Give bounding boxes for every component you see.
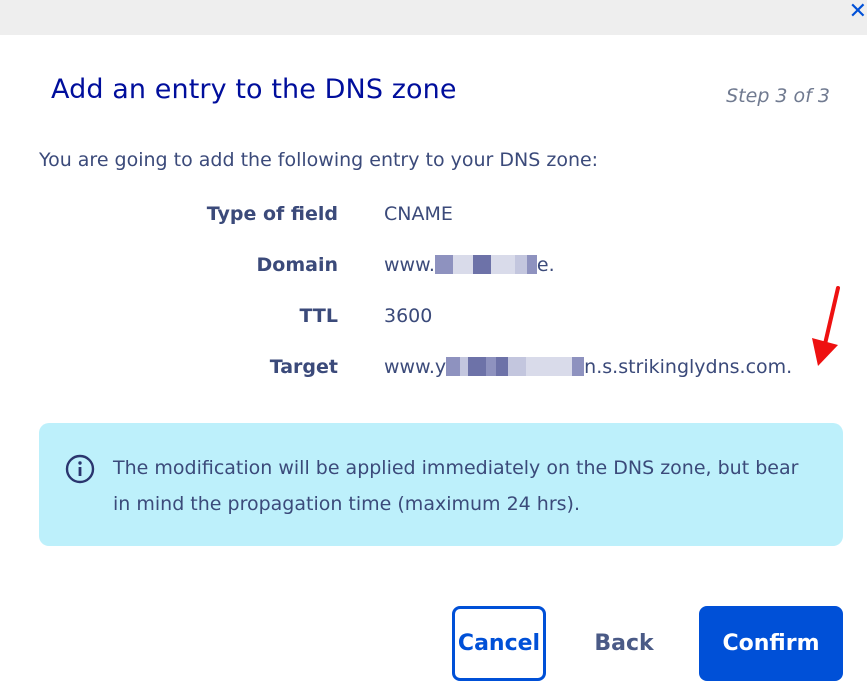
redaction-block (572, 357, 585, 376)
info-icon (65, 454, 95, 484)
redaction-block (490, 255, 515, 274)
step-indicator: Step 3 of 3 (726, 85, 830, 107)
redaction-block (496, 357, 509, 376)
redaction-block (508, 357, 527, 376)
red-arrow-icon (812, 286, 840, 366)
redaction-block (452, 255, 473, 274)
redaction-block (472, 255, 491, 274)
redaction-block (526, 255, 537, 274)
confirm-button[interactable]: Confirm (699, 606, 843, 681)
redaction-block (434, 255, 453, 274)
intro-text: You are going to add the following entry… (39, 149, 599, 171)
domain-suffix: e. (536, 254, 555, 276)
redaction-block (486, 357, 497, 376)
info-banner: The modification will be applied immedia… (39, 423, 843, 546)
field-label-ttl: TTL (299, 305, 338, 327)
field-label-type: Type of field (206, 203, 338, 225)
close-icon[interactable]: ✕ (845, 0, 867, 26)
target-prefix: www.y (384, 356, 447, 378)
redaction-block (514, 255, 527, 274)
dialog-top-bar: ✕ (0, 0, 867, 35)
info-message: The modification will be applied immedia… (113, 457, 799, 515)
field-value-domain: www. e. (384, 254, 555, 276)
redaction-block (460, 357, 469, 376)
field-value-type: CNAME (384, 203, 453, 225)
field-row-ttl: TTL 3600 (0, 305, 867, 335)
cancel-button[interactable]: Cancel (452, 606, 546, 681)
field-label-target: Target (269, 356, 338, 378)
back-button[interactable]: Back (578, 606, 670, 681)
field-row-domain: Domain www. e. (0, 254, 867, 284)
redaction-block (526, 357, 573, 376)
field-value-target: www.y n.s.strikinglydns.com. (384, 356, 792, 378)
redaction-block (446, 357, 461, 376)
field-row-type: Type of field CNAME (0, 203, 867, 233)
field-row-target: Target www.y n.s.strikinglydns.com. (0, 356, 867, 386)
dialog-title: Add an entry to the DNS zone (51, 74, 457, 105)
redaction-block (468, 357, 487, 376)
domain-prefix: www. (384, 254, 435, 276)
target-suffix: n.s.strikinglydns.com. (584, 356, 793, 378)
field-label-domain: Domain (256, 254, 338, 276)
field-value-ttl: 3600 (384, 305, 433, 327)
